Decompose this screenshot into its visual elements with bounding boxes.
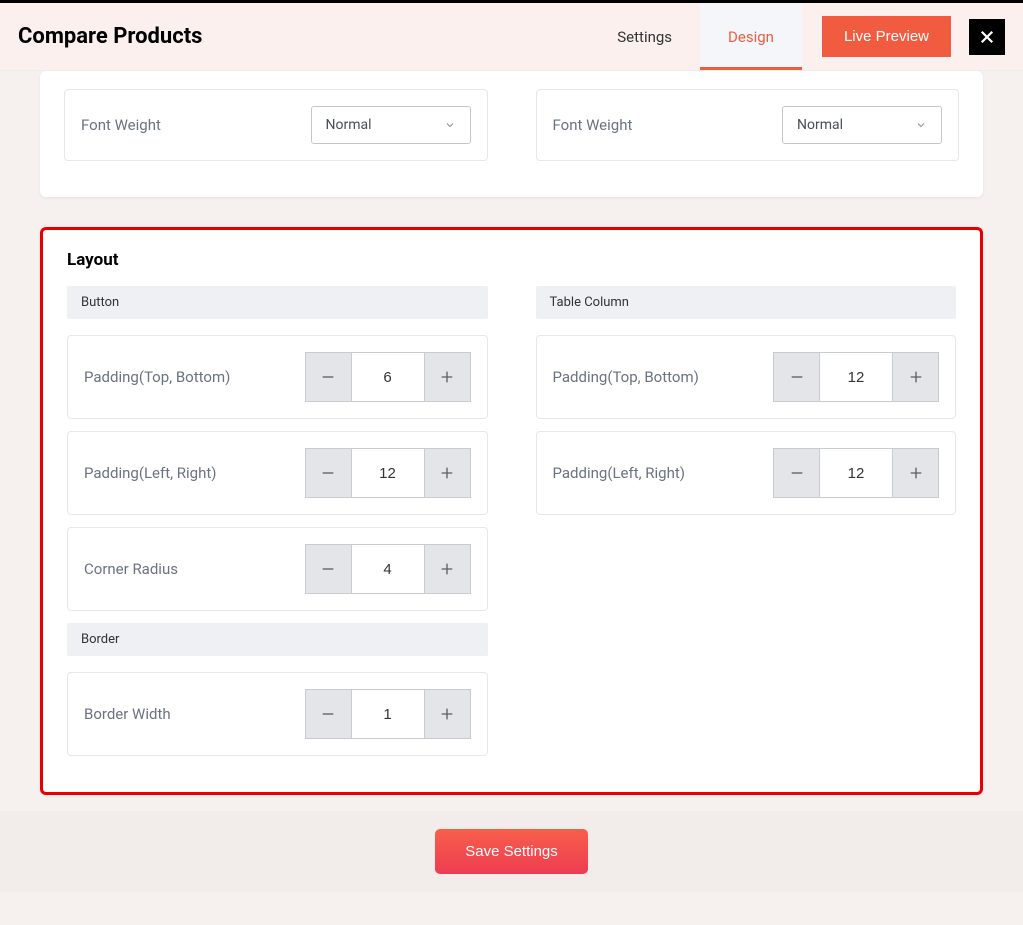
field-label: Border Width bbox=[84, 705, 171, 723]
button-corner-radius-row: Corner Radius bbox=[67, 527, 488, 611]
tab-bar: Settings Design bbox=[589, 3, 802, 70]
font-weight-select-right[interactable]: Normal bbox=[782, 106, 942, 144]
border-width-row: Border Width bbox=[67, 672, 488, 756]
close-button[interactable] bbox=[969, 19, 1005, 55]
chevron-down-icon bbox=[915, 119, 927, 131]
close-icon bbox=[978, 28, 996, 46]
increment-button[interactable] bbox=[425, 544, 471, 594]
page-title: Compare Products bbox=[18, 24, 202, 49]
button-padding-lr-stepper bbox=[305, 448, 471, 498]
table-padding-lr-row: Padding(Left, Right) bbox=[536, 431, 957, 515]
button-padding-tb-row: Padding(Top, Bottom) bbox=[67, 335, 488, 419]
minus-icon bbox=[320, 369, 336, 385]
table-padding-lr-stepper bbox=[773, 448, 939, 498]
button-padding-lr-row: Padding(Left, Right) bbox=[67, 431, 488, 515]
field-label: Corner Radius bbox=[84, 560, 178, 578]
decrement-button[interactable] bbox=[305, 689, 351, 739]
button-corner-radius-stepper bbox=[305, 544, 471, 594]
table-padding-lr-input[interactable] bbox=[819, 448, 893, 498]
increment-button[interactable] bbox=[893, 448, 939, 498]
plus-icon bbox=[439, 369, 455, 385]
layout-section-title: Layout bbox=[43, 250, 980, 286]
border-width-stepper bbox=[305, 689, 471, 739]
decrement-button[interactable] bbox=[773, 448, 819, 498]
minus-icon bbox=[789, 465, 805, 481]
increment-button[interactable] bbox=[425, 448, 471, 498]
table-column-subheading: Table Column bbox=[536, 286, 957, 319]
tab-settings[interactable]: Settings bbox=[589, 3, 700, 70]
minus-icon bbox=[320, 706, 336, 722]
font-weight-row-right: Font Weight Normal bbox=[536, 89, 960, 161]
button-subheading: Button bbox=[67, 286, 488, 319]
typography-card: Font Weight Normal Font Weight Normal bbox=[40, 71, 983, 197]
minus-icon bbox=[320, 561, 336, 577]
table-padding-tb-row: Padding(Top, Bottom) bbox=[536, 335, 957, 419]
field-label: Padding(Left, Right) bbox=[553, 464, 685, 482]
button-padding-lr-input[interactable] bbox=[351, 448, 425, 498]
button-padding-tb-stepper bbox=[305, 352, 471, 402]
increment-button[interactable] bbox=[425, 689, 471, 739]
select-value: Normal bbox=[326, 117, 372, 133]
field-label: Padding(Left, Right) bbox=[84, 464, 216, 482]
save-settings-button[interactable]: Save Settings bbox=[435, 829, 588, 874]
table-padding-tb-input[interactable] bbox=[819, 352, 893, 402]
select-value: Normal bbox=[797, 117, 843, 133]
chevron-down-icon bbox=[444, 119, 456, 131]
decrement-button[interactable] bbox=[305, 544, 351, 594]
increment-button[interactable] bbox=[425, 352, 471, 402]
plus-icon bbox=[908, 369, 924, 385]
font-weight-label: Font Weight bbox=[81, 116, 161, 134]
decrement-button[interactable] bbox=[773, 352, 819, 402]
decrement-button[interactable] bbox=[305, 352, 351, 402]
border-subheading: Border bbox=[67, 623, 488, 656]
minus-icon bbox=[789, 369, 805, 385]
table-padding-tb-stepper bbox=[773, 352, 939, 402]
increment-button[interactable] bbox=[893, 352, 939, 402]
tab-design[interactable]: Design bbox=[700, 3, 802, 70]
button-corner-radius-input[interactable] bbox=[351, 544, 425, 594]
font-weight-select-left[interactable]: Normal bbox=[311, 106, 471, 144]
button-padding-tb-input[interactable] bbox=[351, 352, 425, 402]
live-preview-button[interactable]: Live Preview bbox=[822, 16, 951, 57]
header: Compare Products Settings Design Live Pr… bbox=[0, 3, 1023, 71]
border-width-input[interactable] bbox=[351, 689, 425, 739]
footer: Save Settings bbox=[0, 811, 1023, 892]
plus-icon bbox=[439, 561, 455, 577]
field-label: Padding(Top, Bottom) bbox=[553, 368, 699, 386]
font-weight-row-left: Font Weight Normal bbox=[64, 89, 488, 161]
decrement-button[interactable] bbox=[305, 448, 351, 498]
font-weight-label: Font Weight bbox=[553, 116, 633, 134]
layout-card: Layout Button Padding(Top, Bottom) Paddi… bbox=[40, 227, 983, 795]
field-label: Padding(Top, Bottom) bbox=[84, 368, 230, 386]
plus-icon bbox=[439, 706, 455, 722]
plus-icon bbox=[908, 465, 924, 481]
minus-icon bbox=[320, 465, 336, 481]
plus-icon bbox=[439, 465, 455, 481]
